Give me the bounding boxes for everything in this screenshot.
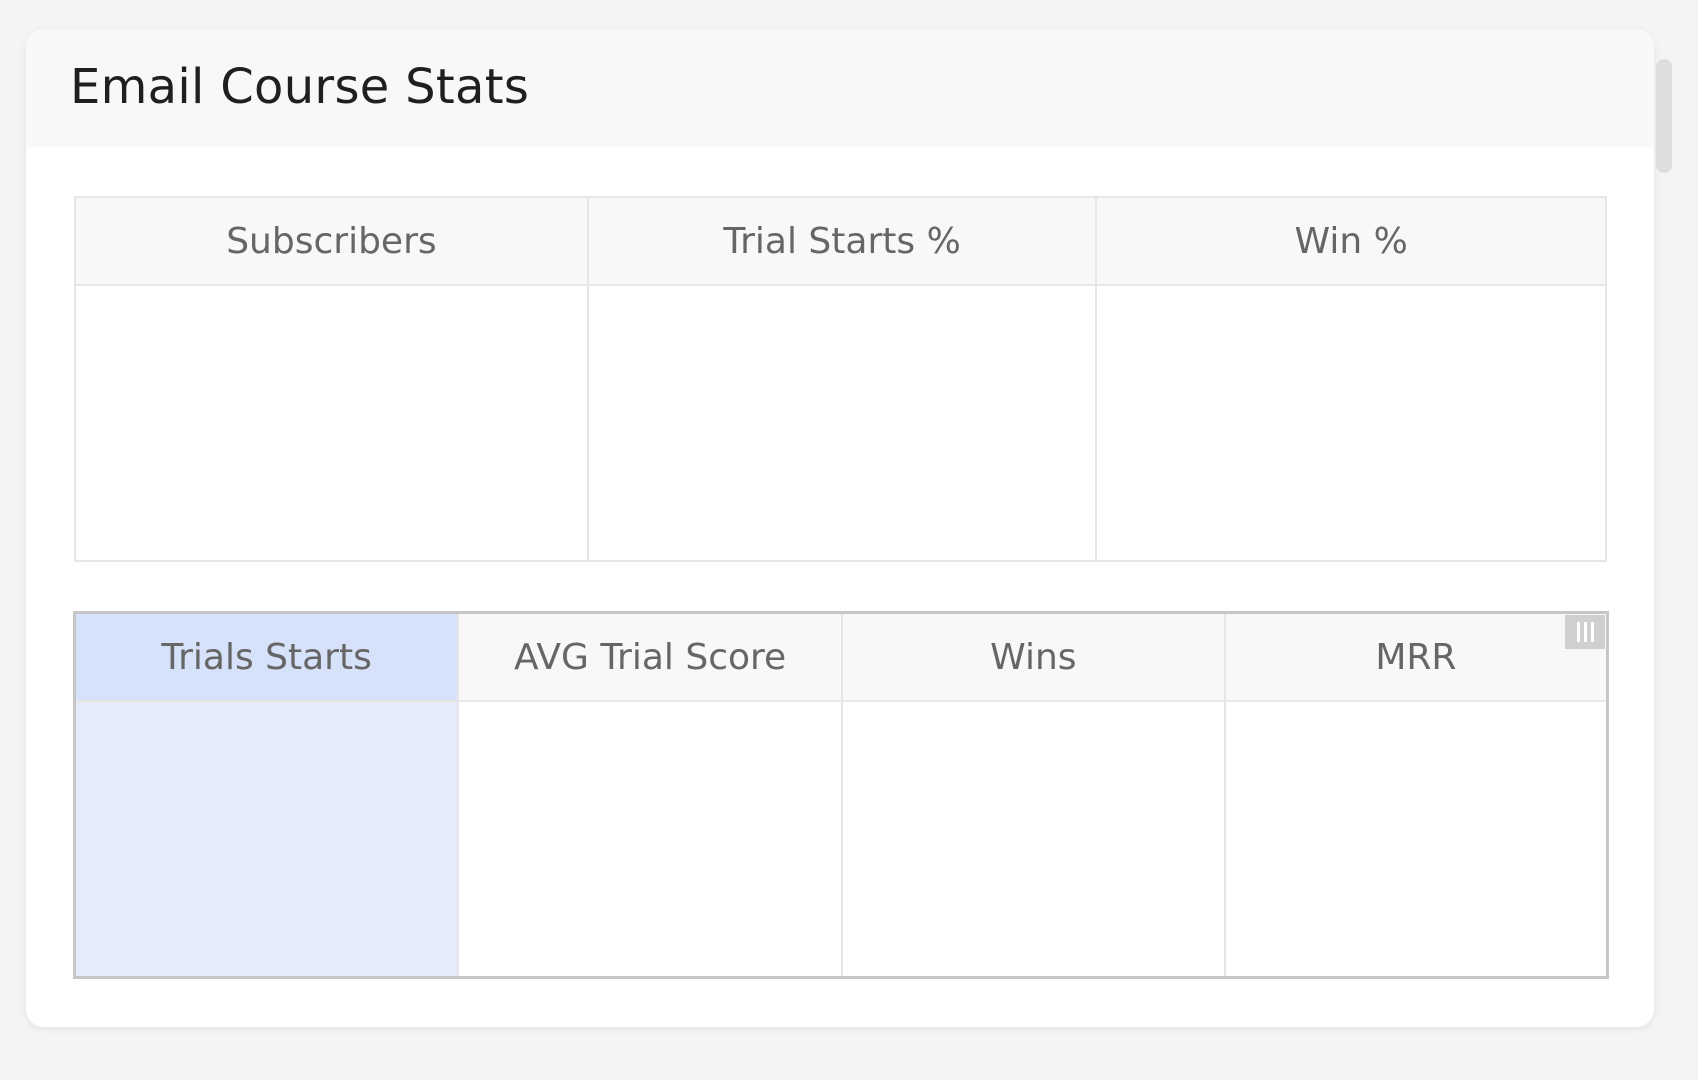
trials-table: Trials Starts AVG Trial Score Wins MRR: [73, 611, 1609, 979]
table-cell-selected-column: [73, 701, 460, 979]
column-menu-bar: [1576, 622, 1580, 642]
column-header-wins[interactable]: Wins: [841, 612, 1226, 702]
table-cell: [586, 284, 1098, 562]
table-cell: [457, 701, 843, 979]
table-row: [74, 284, 1607, 562]
summary-table: Subscribers Trial Starts % Win %: [74, 196, 1607, 562]
column-header-trial-starts-percent[interactable]: Trial Starts %: [586, 196, 1098, 286]
table-cell: [841, 701, 1226, 979]
table-header-row: Subscribers Trial Starts % Win %: [74, 196, 1607, 286]
widget-header: Email Course Stats: [26, 29, 1654, 147]
column-header-mrr[interactable]: MRR: [1223, 612, 1609, 702]
column-menu-bar: [1590, 622, 1594, 642]
column-header-trials-starts[interactable]: Trials Starts: [73, 612, 460, 702]
column-menu-icon[interactable]: [1565, 615, 1605, 649]
column-header-avg-trial-score[interactable]: AVG Trial Score: [457, 612, 843, 702]
table-cell: [74, 284, 589, 562]
table-header-row: Trials Starts AVG Trial Score Wins MRR: [73, 612, 1609, 702]
column-menu-bar: [1583, 622, 1587, 642]
column-header-subscribers[interactable]: Subscribers: [74, 196, 589, 286]
scrollbar[interactable]: [1656, 59, 1672, 173]
widget-title: Email Course Stats: [70, 59, 530, 115]
table-row: [73, 701, 1609, 979]
table-cell: [1095, 284, 1607, 562]
column-header-win-percent[interactable]: Win %: [1095, 196, 1607, 286]
table-cell: [1223, 701, 1609, 979]
